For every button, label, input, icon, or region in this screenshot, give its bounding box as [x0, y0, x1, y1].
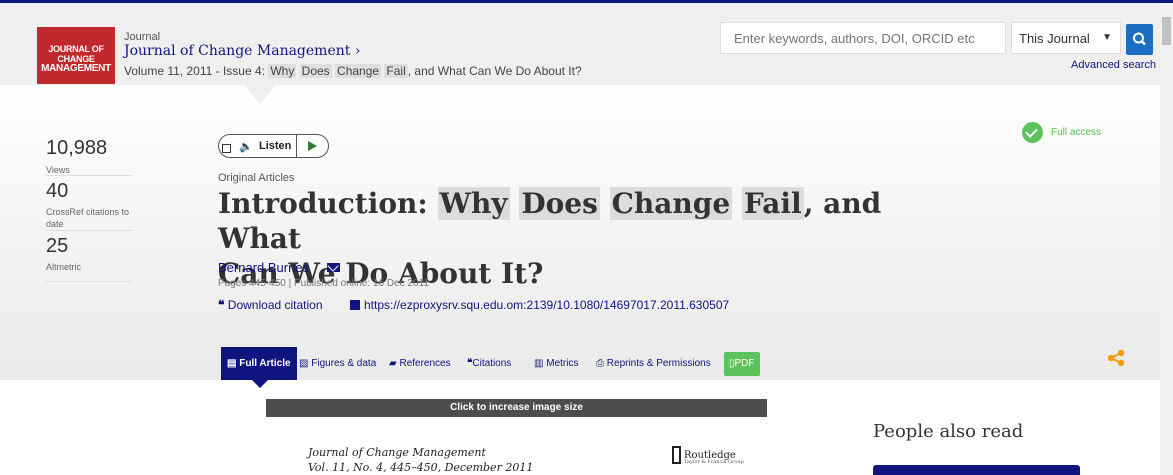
external-link-icon — [350, 300, 360, 310]
book-icon: ▰ — [389, 358, 400, 369]
tab-label: Full Article — [239, 358, 291, 369]
publisher-subtitle: Taylor & Francis Group — [684, 459, 744, 465]
search-scope-select[interactable]: This Journal ▼ — [1011, 22, 1121, 54]
enlarge-image-bar[interactable]: Click to increase image size — [266, 399, 767, 417]
tab-metrics[interactable]: ▥ Metrics — [534, 347, 578, 380]
print-icon: ⎙ — [596, 358, 607, 369]
crossref-count[interactable]: 40 — [46, 180, 68, 203]
listen-divider — [296, 135, 297, 157]
routledge-logo-icon — [672, 446, 681, 464]
page-scrollbar[interactable] — [1160, 3, 1173, 475]
tab-label: References — [399, 358, 451, 369]
article-type: Original Articles — [218, 172, 295, 184]
cover-title-line1: JOURNAL OF CHANGE — [48, 44, 104, 64]
issue-link[interactable]: Volume 11, 2011 - Issue 4: Why Does Chan… — [124, 64, 582, 78]
search-icon — [1133, 32, 1146, 46]
tab-label: Reprints & Permissions — [606, 358, 711, 369]
search-button[interactable] — [1126, 24, 1153, 55]
search-input[interactable] — [720, 22, 1006, 54]
issue-word: Why — [268, 64, 297, 78]
menu-icon[interactable] — [222, 144, 231, 153]
listen-label: Listen — [259, 140, 292, 152]
issue-word: Fail — [384, 64, 408, 78]
mail-icon[interactable] — [327, 263, 340, 272]
tab-label: PDF — [734, 358, 755, 369]
title-word: Why — [437, 187, 510, 220]
scanned-page-header: Journal of Change Management Vol. 11, No… — [308, 445, 533, 475]
title-word: Fail — [741, 187, 804, 220]
issue-word: Change — [335, 64, 382, 78]
metric-divider — [46, 281, 132, 282]
tab-label: Metrics — [546, 358, 579, 369]
metric-divider — [46, 230, 132, 231]
title-word: Change — [609, 187, 733, 220]
scrollbar-thumb[interactable] — [1162, 17, 1171, 45]
chevron-down-icon: ▼ — [1102, 32, 1112, 43]
title-prefix: Introduction: — [218, 187, 428, 220]
views-count: 10,988 — [46, 137, 108, 159]
tab-label: Citations — [472, 358, 512, 369]
publication-info: Pages 445-450 | Published online: 16 Dec… — [218, 278, 429, 289]
header-notch — [244, 85, 276, 104]
altmetric-score[interactable]: 25 — [46, 235, 68, 258]
download-citation-link[interactable]: ❝ Download citation — [218, 298, 323, 312]
image-icon: ▨ — [299, 358, 312, 369]
journal-cover-thumbnail[interactable]: JOURNAL OF CHANGE MANAGEMENT — [37, 27, 115, 84]
issue-prefix: Volume 11, 2011 - Issue 4: — [124, 64, 265, 78]
tab-citations[interactable]: ❝Citations — [467, 347, 511, 380]
crossref-label: CrossRef citations to date — [46, 207, 130, 229]
doi-link[interactable]: https://ezproxysrv.squ.edu.om:2139/10.10… — [350, 298, 729, 312]
author-link[interactable]: Bernard Burnes — [218, 260, 309, 275]
check-circle-icon — [1022, 122, 1043, 143]
tab-pdf[interactable]: ▯PDF — [724, 352, 760, 376]
issue-suffix: , and What Can We Do About It? — [407, 64, 582, 78]
scan-journal-name: Journal of Change Management — [308, 446, 486, 459]
journal-title-link[interactable]: Journal of Change Management › — [124, 43, 360, 59]
tab-reprints[interactable]: ⎙ Reprints & Permissions — [596, 347, 711, 380]
issue-word: Does — [299, 64, 332, 78]
scan-volume-line: Vol. 11, No. 4, 445–450, December 2011 — [308, 461, 534, 474]
bar-chart-icon: ▥ — [534, 358, 547, 369]
people-also-read-heading: People also read — [873, 421, 1024, 442]
cover-title-line2: MANAGEMENT — [41, 63, 111, 74]
listen-widget[interactable]: 🔈 Listen — [218, 134, 329, 158]
article-title: Introduction: Why Does Change Fail, and … — [218, 186, 938, 291]
advanced-search-link[interactable]: Advanced search — [1071, 59, 1156, 71]
tab-label: Figures & data — [311, 358, 377, 369]
tab-figures-data[interactable]: ▨ Figures & data — [299, 347, 376, 380]
tab-references[interactable]: ▰ References — [389, 347, 451, 380]
share-icon[interactable] — [1107, 349, 1125, 367]
full-access-label: Full access — [1051, 127, 1102, 138]
publisher-logo: Routledge Taylor & Francis Group — [672, 446, 744, 465]
people-also-read-card[interactable] — [873, 465, 1080, 475]
play-icon[interactable] — [308, 141, 317, 151]
active-tab-caret — [252, 380, 268, 388]
metric-divider — [46, 175, 132, 176]
title-word: Does — [519, 187, 600, 220]
quote-icon: ❝ — [218, 298, 228, 312]
speaker-icon: 🔈 — [239, 141, 253, 153]
document-icon: ▤ — [227, 358, 240, 369]
tab-full-article[interactable]: ▤ Full Article — [221, 347, 297, 380]
doi-label: https://ezproxysrv.squ.edu.om:2139/10.10… — [364, 298, 730, 312]
altmetric-label: Altmetric — [46, 262, 82, 272]
search-scope-value: This Journal — [1019, 31, 1090, 46]
journal-kicker: Journal — [124, 31, 161, 43]
share-glyph — [1107, 349, 1125, 367]
download-citation-label: Download citation — [227, 298, 323, 312]
